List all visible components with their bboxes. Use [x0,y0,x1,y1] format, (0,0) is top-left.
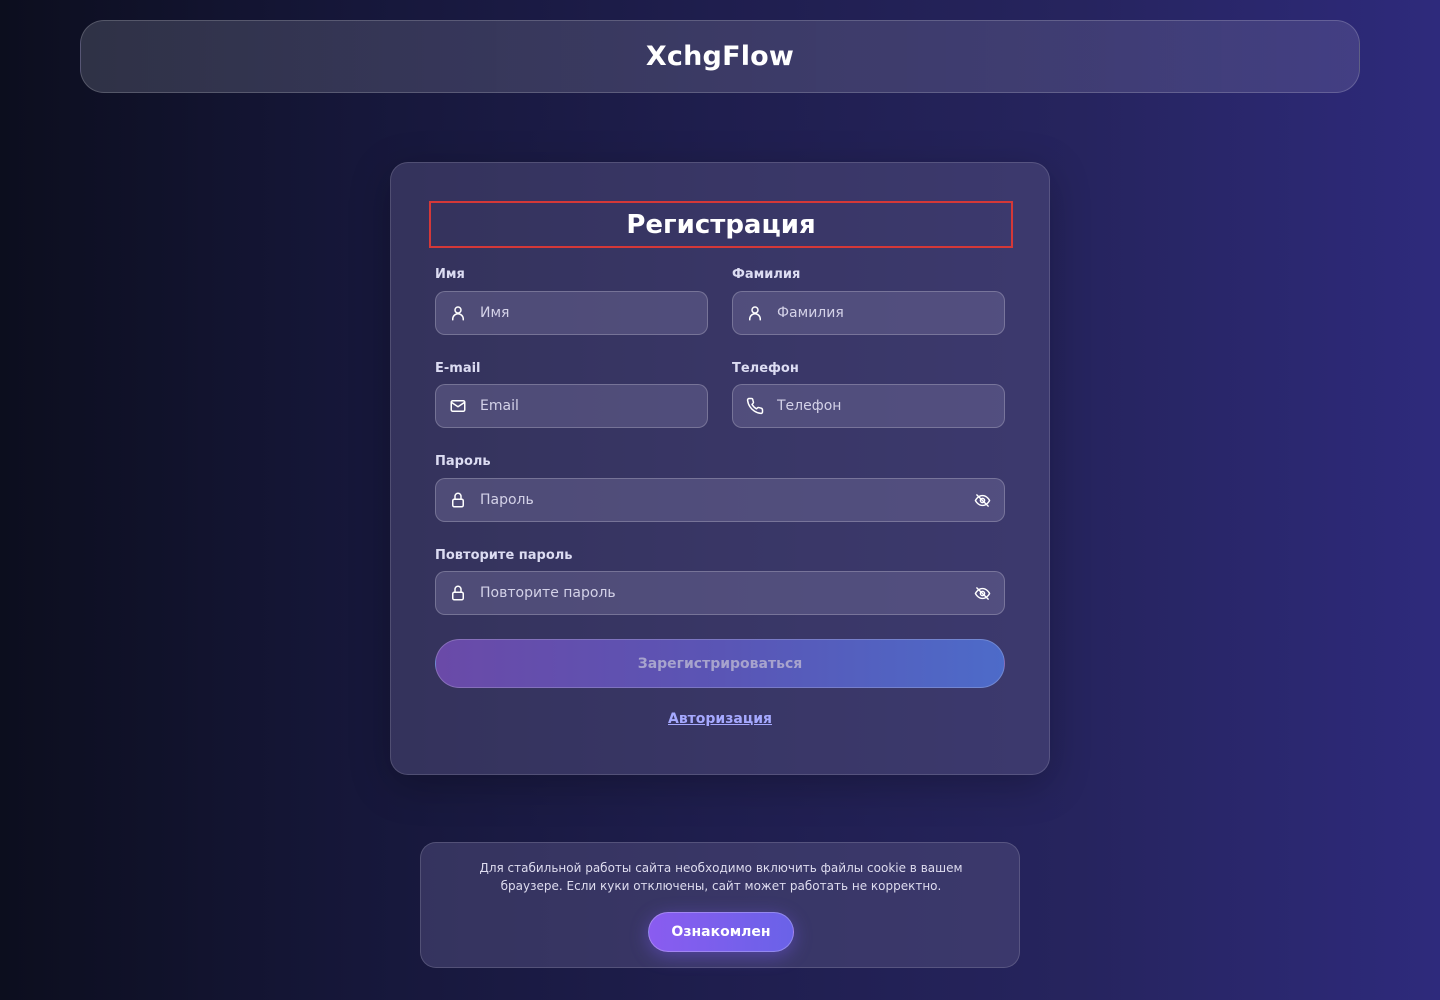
phone-icon [746,397,764,415]
last-name-field[interactable] [732,291,1005,335]
password-input[interactable] [467,479,973,521]
register-button[interactable]: Зарегистрироваться [435,639,1005,688]
password-repeat-field[interactable] [435,571,1005,615]
phone-field[interactable] [732,384,1005,428]
form-title-box: Регистрация [429,201,1013,248]
first-name-field[interactable] [435,291,708,335]
email-field[interactable] [435,384,708,428]
login-link[interactable]: Авторизация [391,711,1049,727]
phone-input[interactable] [764,385,1004,427]
eye-off-icon[interactable] [973,491,991,509]
phone-label: Телефон [732,361,799,376]
brand-logo[interactable]: XchgFlow [646,41,794,72]
mail-icon [449,397,467,415]
last-name-label: Фамилия [732,267,801,282]
registration-card: Регистрация Имя Фамилия E-mail Телефон П… [390,162,1050,775]
cookie-notice-text: Для стабильной работы сайта необходимо в… [479,861,963,893]
password-repeat-input[interactable] [467,572,973,614]
email-input[interactable] [467,385,707,427]
cookie-accept-button[interactable]: Ознакомлен [648,912,794,952]
first-name-input[interactable] [467,292,707,334]
last-name-input[interactable] [764,292,1004,334]
lock-icon [449,584,467,602]
password-repeat-label: Повторите пароль [435,548,573,563]
top-header: XchgFlow [80,20,1360,93]
eye-off-icon[interactable] [973,584,991,602]
email-label: E-mail [435,361,481,376]
user-icon [746,304,764,322]
first-name-label: Имя [435,267,465,282]
lock-icon [449,491,467,509]
cookie-banner: Для стабильной работы сайта необходимо в… [420,842,1020,968]
form-title: Регистрация [626,209,816,240]
user-icon [449,304,467,322]
password-field[interactable] [435,478,1005,522]
password-label: Пароль [435,454,491,469]
